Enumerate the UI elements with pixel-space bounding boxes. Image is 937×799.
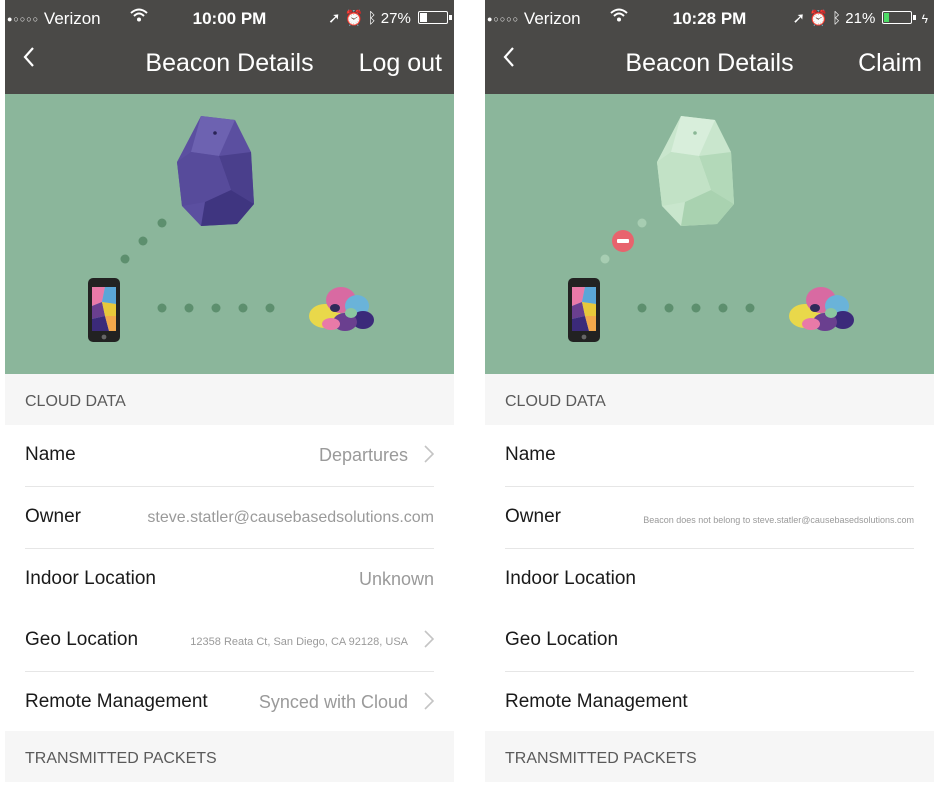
section-header-transmitted-packets: TRANSMITTED PACKETS (485, 731, 934, 782)
location-arrow-icon: ➚ (328, 10, 341, 27)
nav-bar: ●○○○○ Verizon 10:00 PM ➚ ⏰ ᛒ 27% Beacon … (5, 0, 454, 94)
signal-dot (184, 303, 194, 313)
battery-percent: 27% (380, 10, 411, 27)
phone-graphic (88, 278, 120, 342)
cloud-graphic (789, 287, 854, 331)
row-label: Geo Location (505, 629, 619, 650)
phone-graphic (568, 278, 600, 342)
section-header-cloud-data: CLOUD DATA (5, 374, 454, 425)
phone-screen-right: ●○○○○ Verizon 10:28 PM ➚ ⏰ ᛒ 21% ϟ Beaco… (485, 0, 934, 799)
row-label: Geo Location (25, 629, 139, 650)
bluetooth-icon: ᛒ (367, 10, 377, 27)
row-label: Remote Management (505, 691, 688, 712)
alarm-icon: ⏰ (809, 10, 828, 27)
row-owner: Owner steve.statler@causebasedsolutions.… (5, 487, 454, 549)
status-right: ➚ ⏰ ᛒ 21% ϟ (792, 9, 928, 27)
cloud-graphic (309, 287, 374, 331)
chevron-right-icon (424, 692, 434, 710)
beacon-graphic (657, 116, 734, 226)
chevron-right-icon (424, 630, 434, 648)
signal-dot (664, 303, 674, 313)
signal-dot (138, 236, 148, 246)
row-label: Indoor Location (25, 568, 156, 589)
beacon-illustration (485, 94, 934, 374)
claim-button[interactable]: Claim (858, 49, 922, 78)
row-owner: Owner Beacon does not belong to steve.st… (485, 487, 934, 549)
row-label: Name (25, 444, 76, 465)
signal-dot (637, 218, 647, 228)
row-remote-management: Remote Management (485, 672, 934, 734)
battery-fill (884, 13, 890, 22)
signal-dot (211, 303, 221, 313)
battery-icon (418, 11, 452, 24)
row-value: Unknown (358, 569, 434, 589)
row-value: steve.statler@causebasedsolutions.com (147, 509, 434, 526)
section-header-transmitted-packets: TRANSMITTED PACKETS (5, 731, 454, 782)
row-indoor-location: Indoor Location (485, 549, 934, 611)
signal-dot (600, 254, 610, 264)
phone-screen-left: ●○○○○ Verizon 10:00 PM ➚ ⏰ ᛒ 27% Beacon … (5, 0, 454, 799)
blocked-icon (612, 230, 634, 252)
signal-dot (637, 303, 647, 313)
signal-dot (718, 303, 728, 313)
row-geo-location[interactable]: Geo Location 12358 Reata Ct, San Diego, … (5, 610, 454, 672)
signal-dot (691, 303, 701, 313)
list-continuation (485, 782, 934, 799)
signal-dot (157, 303, 167, 313)
row-name: Name (485, 425, 934, 487)
logout-button[interactable]: Log out (359, 49, 442, 78)
battery-fill (420, 13, 427, 22)
beacon-illustration (5, 94, 454, 374)
alarm-icon: ⏰ (344, 10, 364, 27)
row-value: Departures (318, 445, 408, 465)
list-continuation (5, 782, 454, 799)
status-bar: ●○○○○ Verizon 10:00 PM ➚ ⏰ ᛒ 27% (5, 0, 454, 36)
status-bar: ●○○○○ Verizon 10:28 PM ➚ ⏰ ᛒ 21% ϟ (485, 0, 934, 36)
status-right: ➚ ⏰ ᛒ 27% (328, 9, 452, 27)
beacon-graphic (177, 116, 254, 226)
charging-icon: ϟ (921, 12, 928, 26)
row-label: Name (505, 444, 556, 465)
row-value: Synced with Cloud (258, 692, 408, 712)
row-remote-management[interactable]: Remote Management Synced with Cloud (5, 672, 454, 734)
battery-percent: 21% (845, 10, 876, 27)
row-label: Indoor Location (505, 568, 636, 589)
row-geo-location: Geo Location (485, 610, 934, 672)
row-value: Beacon does not belong to steve.statler@… (643, 515, 914, 525)
signal-dot (745, 303, 755, 313)
nav-bar: ●○○○○ Verizon 10:28 PM ➚ ⏰ ᛒ 21% ϟ Beaco… (485, 0, 934, 94)
row-label: Remote Management (25, 691, 208, 712)
bluetooth-icon: ᛒ (832, 10, 842, 27)
signal-dot (238, 303, 248, 313)
signal-dot (265, 303, 275, 313)
row-label: Owner (505, 506, 561, 527)
chevron-right-icon (424, 445, 434, 463)
signal-dot (157, 218, 167, 228)
location-arrow-icon: ➚ (792, 10, 806, 27)
battery-icon (882, 11, 917, 24)
section-header-cloud-data: CLOUD DATA (485, 374, 934, 425)
signal-dot (120, 254, 130, 264)
row-name[interactable]: Name Departures (5, 425, 454, 487)
row-value: 12358 Reata Ct, San Diego, CA 92128, USA (190, 636, 408, 648)
row-label: Owner (25, 506, 81, 527)
row-indoor-location: Indoor Location Unknown (5, 549, 454, 611)
